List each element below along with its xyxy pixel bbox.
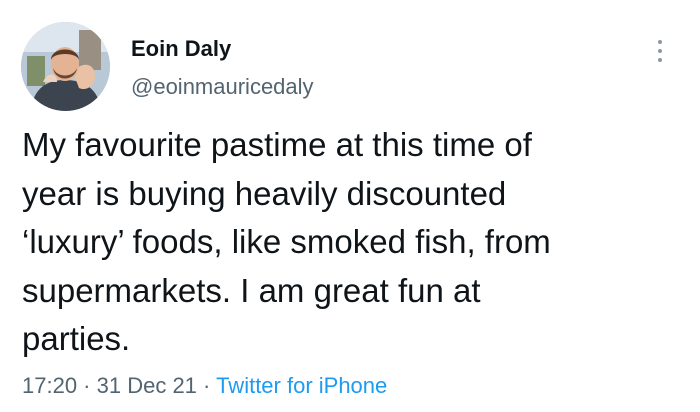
tweet-text: My favourite pastime at this time of yea… xyxy=(22,121,682,364)
tweet-source-link[interactable]: Twitter for iPhone xyxy=(216,373,387,398)
avatar[interactable] xyxy=(21,22,110,111)
tweet-card: Eoin Daly @eoinmauricedaly My favourite … xyxy=(0,0,700,412)
user-handle[interactable]: @eoinmauricedaly xyxy=(131,74,314,100)
tweet-date[interactable]: 31 Dec 21 xyxy=(97,373,197,398)
tweet-text-line: year is buying heavily discounted xyxy=(22,174,507,212)
display-name[interactable]: Eoin Daly xyxy=(131,36,231,62)
tweet-metadata: 17:20 · 31 Dec 21 · Twitter for iPhone xyxy=(22,373,387,399)
meta-separator: · xyxy=(77,373,97,398)
tweet-text-line: ‘luxury’ foods, like smoked fish, from xyxy=(22,223,551,260)
tweet-text-line: My favourite pastime at this time of xyxy=(22,126,532,163)
tweet-text-line: parties. xyxy=(22,320,131,357)
more-options-button[interactable] xyxy=(648,36,672,66)
tweet-text-line: supermarkets. I am great fun at xyxy=(22,271,481,309)
meta-separator: · xyxy=(196,373,217,398)
avatar-photo xyxy=(21,22,110,111)
tweet-time[interactable]: 17:20 xyxy=(22,373,77,398)
